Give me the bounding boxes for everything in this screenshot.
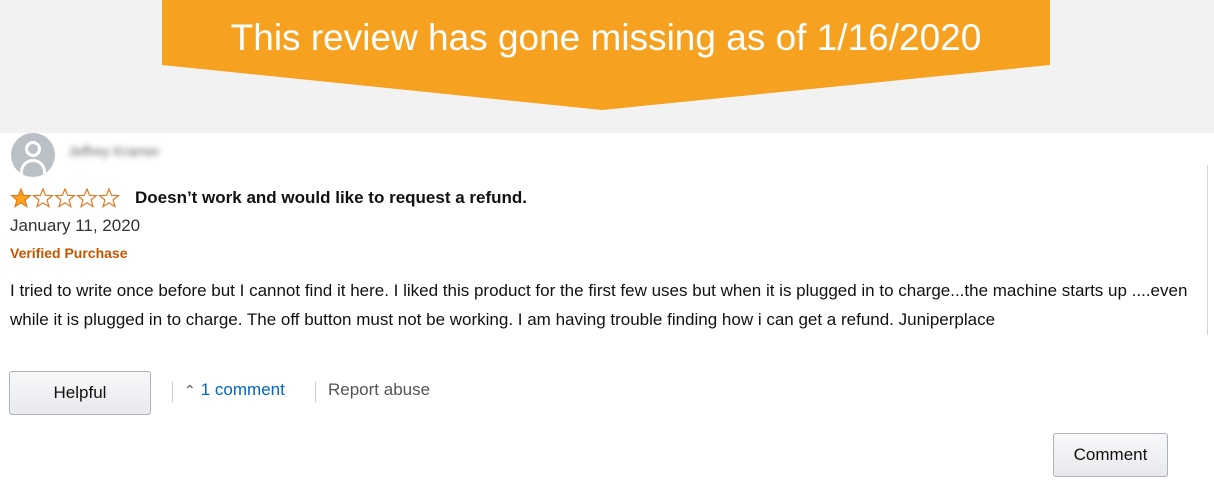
review-title[interactable]: Doesn’t work and would like to request a…	[135, 188, 527, 208]
verified-purchase-badge: Verified Purchase	[10, 245, 128, 261]
scrollbar-edge	[1207, 165, 1208, 335]
report-abuse-link[interactable]: Report abuse	[328, 380, 430, 400]
star-filled-icon	[10, 188, 32, 208]
star-empty-icon	[32, 188, 54, 208]
chevron-up-icon: ⌃	[184, 381, 196, 398]
avatar-head-icon	[25, 141, 41, 157]
review-date: January 11, 2020	[10, 216, 141, 235]
banner-text: This review has gone missing as of 1/16/…	[230, 17, 982, 58]
review-card: Jeffrey Kramer Doesn’t work and would li…	[0, 133, 1214, 495]
comments-toggle-link[interactable]: ⌃ 1 comment	[184, 380, 285, 400]
avatar-body-icon	[20, 159, 46, 177]
comment-button[interactable]: Comment	[1053, 433, 1168, 477]
missing-review-banner: This review has gone missing as of 1/16/…	[0, 0, 1214, 112]
review-body: I tried to write once before but I canno…	[10, 281, 1188, 329]
star-empty-icon	[54, 188, 76, 208]
star-empty-icon	[76, 188, 98, 208]
avatar[interactable]	[11, 133, 55, 177]
banner-area: This review has gone missing as of 1/16/…	[0, 0, 1214, 133]
divider	[172, 382, 173, 402]
star-empty-icon	[98, 188, 120, 208]
comment-count-label: 1 comment	[200, 380, 285, 399]
divider	[315, 382, 316, 402]
helpful-button[interactable]: Helpful	[9, 371, 151, 415]
profile-name[interactable]: Jeffrey Kramer	[68, 143, 160, 159]
star-rating[interactable]	[10, 188, 120, 208]
